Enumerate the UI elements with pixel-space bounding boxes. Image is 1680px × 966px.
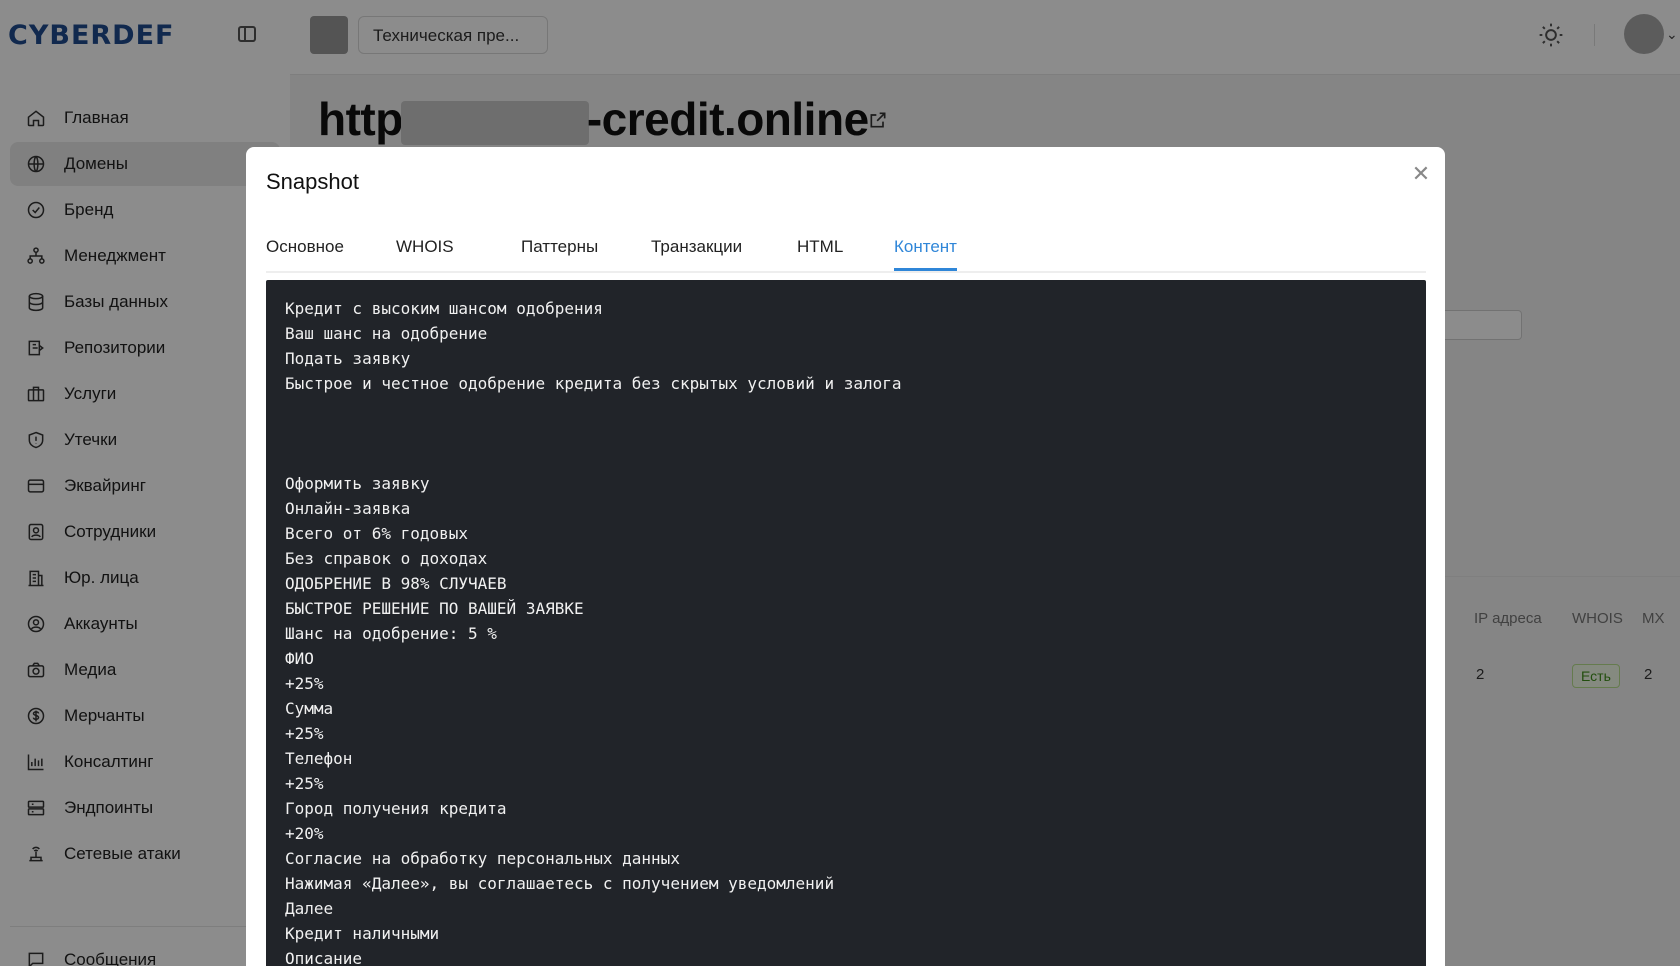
modal-tabs: Основное WHOIS Паттерны Транзакции HTML … xyxy=(266,227,1426,273)
content-line: +25% xyxy=(285,724,324,743)
tab-main[interactable]: Основное xyxy=(266,237,344,269)
content-line: Нажимая «Далее», вы соглашаетесь с получ… xyxy=(285,874,835,893)
content-line: Онлайн-заявка xyxy=(285,499,411,518)
content-line: Шанс на одобрение: 5 % xyxy=(285,624,497,643)
content-line: Город получения кредита xyxy=(285,799,507,818)
modal-title: Snapshot xyxy=(266,169,359,194)
content-line: +25% xyxy=(285,674,324,693)
content-line: ОДОБРЕНИЕ В 98% СЛУЧАЕВ xyxy=(285,574,507,593)
content-line: Сумма xyxy=(285,699,334,718)
content-line: Ваш шанс на одобрение xyxy=(285,324,488,343)
snapshot-modal: Snapshot ✕ Основное WHOIS Паттерны Транз… xyxy=(246,147,1445,966)
app-root: CYBERDEF Техническая пре... ⌄ Главная До… xyxy=(0,0,1680,966)
content-line: Далее xyxy=(285,899,334,918)
content-line: Всего от 6% годовых xyxy=(285,524,469,543)
content-line: Согласие на обработку персональных данны… xyxy=(285,849,680,868)
content-line: +20% xyxy=(285,824,324,843)
content-line: Подать заявку xyxy=(285,349,411,368)
content-line: Быстрое и честное одобрение кредита без … xyxy=(285,374,902,393)
content-line: Телефон xyxy=(285,749,353,768)
content-line: Без справок о доходах xyxy=(285,549,488,568)
tab-patterns[interactable]: Паттерны xyxy=(521,237,598,269)
content-line: Кредит наличными xyxy=(285,924,440,943)
tab-html[interactable]: HTML xyxy=(797,237,843,269)
content-line: +25% xyxy=(285,774,324,793)
close-icon[interactable]: ✕ xyxy=(1408,161,1434,187)
tab-whois[interactable]: WHOIS xyxy=(396,237,454,269)
content-line: Оформить заявку xyxy=(285,474,430,493)
content-line: Кредит с высоким шансом одобрения xyxy=(285,299,603,318)
content-line: БЫСТРОЕ РЕШЕНИЕ ПО ВАШЕЙ ЗАЯВКЕ xyxy=(285,599,584,618)
content-line: ФИО xyxy=(285,649,314,668)
content-viewer[interactable]: Кредит с высоким шансом одобрения Ваш ша… xyxy=(266,280,1426,966)
tab-content[interactable]: Контент xyxy=(894,237,957,271)
tab-transactions[interactable]: Транзакции xyxy=(651,237,742,269)
content-line: Описание xyxy=(285,949,363,966)
